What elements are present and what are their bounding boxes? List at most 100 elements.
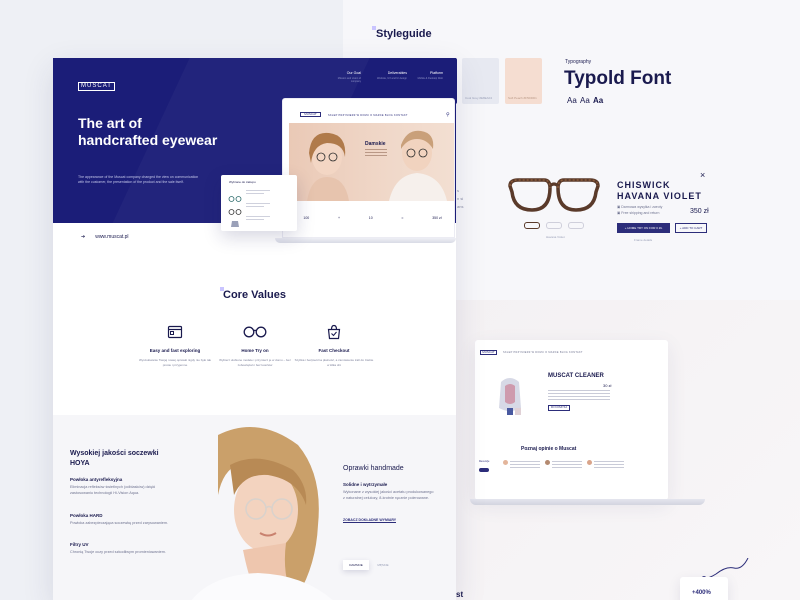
item-line bbox=[246, 193, 264, 194]
avatar bbox=[545, 460, 550, 465]
lens-feature: Powłoka antyrefleksyjna Eliminacja reflek… bbox=[70, 477, 170, 496]
stat-card bbox=[680, 577, 728, 600]
product-feature: ▣ Free shipping and return bbox=[617, 211, 660, 215]
nav-item-platform[interactable]: Platform Mobile & Desktop Web bbox=[415, 71, 443, 80]
logo: MUSCAT bbox=[480, 350, 497, 355]
frame-details-link[interactable]: Frame details bbox=[634, 238, 652, 242]
review-card bbox=[545, 460, 587, 480]
equals-icon: = bbox=[401, 215, 404, 220]
reviews-title: Poznaj opinie o Muscat bbox=[521, 446, 577, 452]
case-study-page: MUSCAT Our Goal Mission and vision of com… bbox=[53, 58, 456, 600]
cleaner-product-image bbox=[499, 378, 521, 415]
lens-feature: Filtry UV Chronią Twoje oczy przed szkodl… bbox=[70, 542, 170, 555]
popup-item bbox=[228, 189, 290, 202]
plus-icon: + bbox=[337, 215, 341, 220]
variant-thumbnail[interactable] bbox=[524, 222, 540, 229]
font-name: Typold Font bbox=[564, 68, 672, 89]
glasses-icon bbox=[243, 326, 267, 338]
arrow-right-icon: ➔ bbox=[81, 234, 86, 240]
lens-feature: Powłoka HARD Powłoka zabezpieczająca socz… bbox=[70, 513, 170, 526]
nav-sublabel: Website, UX and UI design bbox=[377, 77, 407, 80]
reviews-badge: Recenzje bbox=[479, 460, 490, 463]
cart-popup: Wybrane do zakupu bbox=[221, 175, 297, 231]
item-line bbox=[246, 216, 270, 217]
product-feature-text: Darmowa wysyłka i zwroty bbox=[621, 205, 663, 209]
nav-label: Our Goal bbox=[346, 71, 361, 75]
review-line bbox=[552, 467, 582, 468]
add-to-cart-button[interactable]: + ADD TO CART bbox=[675, 223, 707, 233]
glasses-image bbox=[508, 178, 600, 212]
product-feature-text: Free shipping and return bbox=[621, 211, 660, 215]
product-feature: ▣ Darmowa wysyłka i zwroty bbox=[617, 205, 663, 209]
user-icon: ⚲ bbox=[446, 112, 450, 118]
product-name-line: HAVANA VIOLET bbox=[617, 191, 702, 201]
value-title: Easy and fast exploring bbox=[149, 348, 201, 353]
frames-subtitle: Solidne i wytrzymałe bbox=[343, 482, 388, 487]
feature-description: Eliminacja refleksów świetlnych (odblask… bbox=[70, 485, 156, 495]
close-icon[interactable]: × bbox=[700, 170, 705, 180]
product-description bbox=[548, 390, 610, 400]
review-line bbox=[552, 464, 582, 465]
variant-thumbnail[interactable] bbox=[546, 222, 562, 229]
review-line bbox=[510, 464, 540, 465]
reviews-pill[interactable] bbox=[479, 468, 489, 472]
stat-value: +400% bbox=[692, 590, 711, 596]
summary-value: 100 bbox=[303, 215, 310, 220]
stray-text: st bbox=[456, 590, 464, 599]
value-title: Fast Checkout bbox=[318, 348, 350, 353]
hero-subtext bbox=[365, 149, 387, 157]
nav-sublabel: Mobile & Desktop Web bbox=[417, 77, 443, 80]
feature-title: Powłoka HARD bbox=[70, 513, 103, 518]
popup-title: Wybrane do zakupu bbox=[229, 180, 256, 184]
value-description: Szybka i bezpieczna płatność, a zamówien… bbox=[294, 358, 374, 367]
home-try-on-button[interactable]: + HOME TRY ON FOR 0 ZŁ bbox=[617, 223, 670, 233]
type-sample-medium: Aa bbox=[580, 96, 590, 105]
item-line bbox=[246, 203, 270, 204]
swatch-cool-grey: Cool Grey #E8EAF2 bbox=[462, 58, 499, 104]
swatch-soft-peach: Soft Peach #F5DDD1 bbox=[505, 58, 542, 104]
nav-label: Deliverables bbox=[387, 71, 407, 75]
nav-item-goal[interactable]: Our Goal Mission and vision of company bbox=[333, 71, 361, 83]
tab-men[interactable]: MĘSKIE bbox=[371, 560, 395, 570]
feature-title: Filtry UV bbox=[70, 542, 89, 547]
laptop-homepage-mockup: MUSCAT SKLEP PRZYMIERZ W DOMU O MARCE BL… bbox=[282, 98, 455, 238]
stray-text: s bbox=[457, 188, 459, 193]
summary-total: 350 zł bbox=[432, 215, 442, 220]
website-link[interactable]: ➔ www.muscat.pl bbox=[81, 234, 129, 240]
view-dimensions-link[interactable]: ZOBACZ DOKŁADNE WYMIARY bbox=[343, 518, 397, 523]
product-name: MUSCAT CLEANER bbox=[548, 373, 604, 379]
styleguide-title: Styleguide bbox=[376, 28, 432, 40]
nav-label: Platform bbox=[429, 71, 443, 75]
logo: MUSCAT bbox=[300, 112, 321, 117]
tab-women[interactable]: DAMSKIE bbox=[343, 560, 369, 570]
review-line bbox=[594, 464, 624, 465]
product-price: 30 zł bbox=[603, 383, 612, 388]
review-line bbox=[594, 461, 624, 462]
lenses-title: Wysokiej jakości soczewki HOYA bbox=[70, 450, 159, 467]
avatar bbox=[503, 460, 508, 465]
core-values-title: Core Values bbox=[223, 289, 286, 301]
hero-description: The appearance of the Muscat company cha… bbox=[78, 175, 199, 184]
nav-item-deliverables[interactable]: Deliverables Website, UX and UI design bbox=[377, 71, 407, 80]
hero-tag[interactable]: Damskie bbox=[365, 141, 386, 147]
homepage-hero-banner: Damskie bbox=[289, 123, 454, 201]
frames-description: Wykonane z wysokiej jakości acetatu prod… bbox=[343, 490, 434, 500]
browser-icon bbox=[167, 325, 183, 339]
feature-description: Powłoka zabezpieczająca soczewkę przed z… bbox=[70, 521, 169, 525]
product-price: 350 zł bbox=[690, 208, 709, 215]
frames-title: Oprawki handmade bbox=[343, 465, 404, 472]
logo[interactable]: MUSCAT bbox=[78, 82, 115, 91]
feature-title: Powłoka antyrefleksyjna bbox=[70, 477, 123, 482]
value-fast-checkout: Fast Checkout Szybka i bezpieczna płatno… bbox=[294, 324, 374, 367]
add-to-cart-button[interactable]: DO KOSZYKA bbox=[548, 405, 570, 411]
product-features-section: Wysokiej jakości soczewki HOYA Powłoka a… bbox=[53, 415, 456, 600]
item-line bbox=[246, 219, 264, 220]
laptop-base bbox=[275, 238, 456, 243]
popup-item bbox=[228, 202, 290, 215]
variant-thumbnail[interactable] bbox=[568, 222, 584, 229]
product-name: CHISWICK HAVANA VIOLET bbox=[617, 180, 702, 202]
swatch-label: Soft Peach #F5DDD1 bbox=[508, 96, 537, 100]
hero-headline: The art of handcrafted eyewear bbox=[78, 115, 218, 148]
value-easy-exploring: Easy and fast exploring Wyszukiwanie Two… bbox=[135, 324, 215, 367]
review-card bbox=[503, 460, 545, 480]
